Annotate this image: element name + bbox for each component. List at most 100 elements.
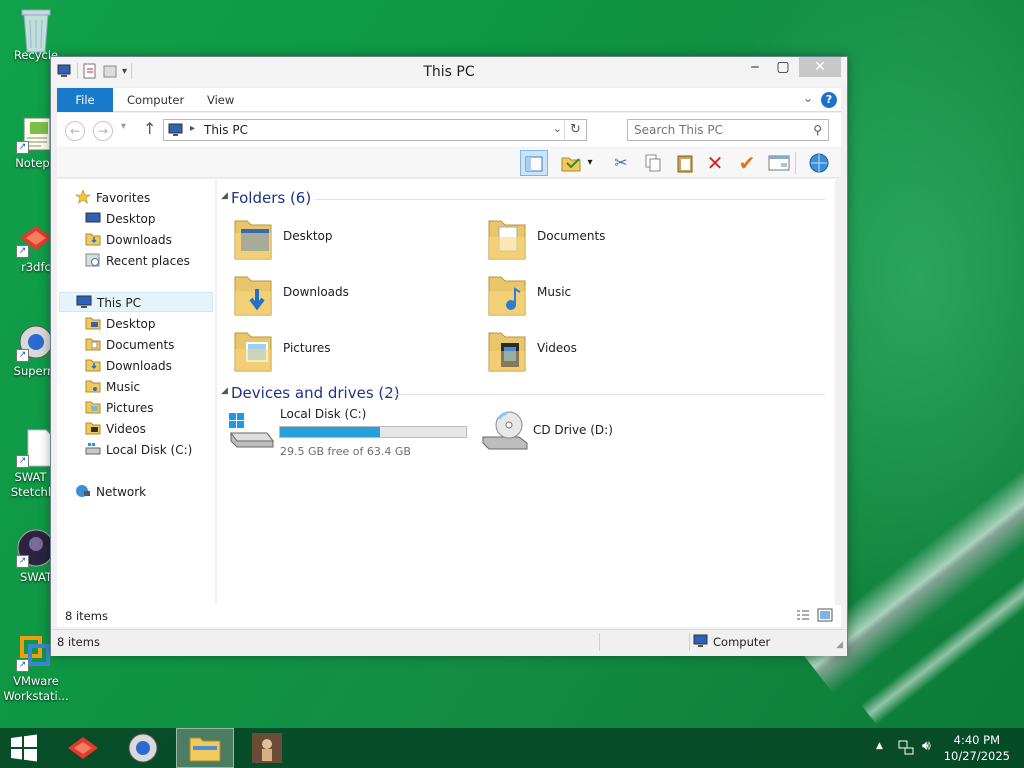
shortcut-arrow-icon: ↗ (16, 245, 29, 258)
drive-local-disk-c[interactable]: Local Disk (C:) 29.5 GB free of 63.4 GB (227, 405, 479, 461)
recycle-bin-icon (16, 6, 56, 53)
sidebar-item-label: Local Disk (C:) (106, 443, 193, 457)
sidebar-item-favorites[interactable]: Favorites (75, 188, 150, 208)
start-button[interactable] (0, 728, 48, 768)
window-title: This PC (423, 64, 475, 80)
status-item-count: 8 items (57, 635, 100, 649)
sidebar-item-pictures[interactable]: Pictures (85, 398, 154, 418)
sidebar-item-this-pc[interactable]: This PC (59, 292, 213, 312)
devices-group-header[interactable]: Devices and drives (2) (231, 384, 400, 402)
status-bar: 8 items Computer ◢ (51, 629, 847, 656)
title-bar[interactable]: ▾ This PC ‒ ▢ ✕ (51, 57, 847, 87)
folders-group-header[interactable]: Folders (6) (231, 189, 311, 207)
taskbar-file-explorer[interactable] (176, 728, 234, 768)
rename-check-icon[interactable]: ✔ (733, 150, 761, 176)
collapse-group-icon[interactable]: ◢ (221, 386, 228, 396)
desktop-icon-recycle-bin[interactable]: Recycle (0, 6, 72, 63)
sidebar-item-desktop[interactable]: Desktop (85, 314, 156, 334)
taskbar: ▲ 🔊︎ 4:40 PM 10/27/2025 (0, 728, 1024, 768)
tab-file[interactable]: File (57, 88, 113, 112)
sidebar-item-label: This PC (97, 296, 141, 310)
clock[interactable]: 4:40 PM 10/27/2025 (944, 732, 1010, 764)
sidebar-item-label: Network (96, 485, 147, 499)
folder-label: Downloads (283, 285, 349, 299)
help-icon[interactable]: ? (821, 92, 837, 108)
sidebar-item-label: Desktop (106, 212, 156, 226)
taskbar-supermium[interactable] (114, 728, 172, 768)
drive-usage-bar (279, 426, 467, 438)
forward-button[interactable]: → (93, 121, 113, 141)
drive-cd-d[interactable]: CD Drive (D:) (481, 405, 681, 461)
folder-downloads[interactable]: Downloads (229, 271, 469, 323)
sidebar-item-label: Favorites (96, 191, 151, 205)
folder-documents[interactable]: Documents (483, 215, 723, 267)
volume-icon[interactable]: 🔊︎ (922, 738, 931, 754)
folder-music[interactable]: Music (483, 271, 723, 323)
folder-options-dropdown-icon[interactable]: ▾ (583, 150, 597, 176)
copy-icon[interactable] (639, 150, 667, 176)
taskbar-r3dfox[interactable] (54, 728, 112, 768)
minimize-button[interactable]: ‒ (741, 57, 769, 77)
breadcrumb-separator-icon[interactable]: ▸ (190, 123, 195, 134)
sidebar-item-videos[interactable]: Videos (85, 419, 146, 439)
music-folder-icon (85, 379, 101, 393)
tab-computer[interactable]: Computer (113, 88, 198, 112)
folder-desktop[interactable]: Desktop (229, 215, 469, 267)
details-view-button[interactable] (795, 608, 811, 625)
desktop-icon (85, 211, 101, 225)
cd-drive-icon (481, 409, 529, 451)
group-divider (315, 199, 825, 200)
back-button[interactable]: ← (65, 121, 85, 141)
paste-icon[interactable] (671, 150, 699, 176)
delete-icon[interactable]: ✕ (701, 150, 729, 176)
sidebar-item-fav-recent-places[interactable]: Recent places (85, 251, 190, 271)
folder-pictures[interactable]: Pictures (229, 327, 469, 379)
folder-label: Desktop (283, 229, 333, 243)
desktop-icon-label: VMware Workstati... (3, 674, 69, 703)
folder-videos[interactable]: Videos (483, 327, 723, 379)
sidebar-item-local-disk[interactable]: Local Disk (C:) (85, 440, 192, 460)
expand-ribbon-icon[interactable]: ⌄ (803, 91, 813, 105)
clock-date: 10/27/2025 (943, 749, 1010, 763)
drive-usage-fill (280, 427, 380, 437)
taskbar-app[interactable] (238, 728, 296, 768)
network-tray-icon[interactable] (898, 740, 914, 759)
large-icons-view-button[interactable] (817, 607, 833, 626)
videos-folder-icon (85, 421, 101, 435)
explorer-window: ▾ This PC ‒ ▢ ✕ File Computer View ⌄ ? ←… (50, 56, 848, 656)
status-divider (689, 633, 690, 651)
sidebar-item-network[interactable]: Network (75, 482, 146, 502)
this-pc-icon (76, 295, 92, 309)
collapse-group-icon[interactable]: ◢ (221, 191, 228, 201)
tab-view[interactable]: View (193, 88, 248, 112)
music-folder-icon (487, 271, 527, 317)
recent-locations-dropdown-icon[interactable]: ▾ (121, 121, 126, 132)
cut-icon[interactable]: ✂ (607, 150, 635, 176)
up-button[interactable]: ↑ (143, 119, 156, 138)
sidebar-item-music[interactable]: Music (85, 377, 140, 397)
refresh-button[interactable]: ↻ (564, 120, 586, 140)
shortcut-arrow-icon: ↗ (16, 455, 29, 468)
show-hidden-icons-icon[interactable]: ▲ (876, 741, 883, 751)
address-dropdown-icon[interactable]: ⌄ (553, 122, 562, 135)
folder-label: Pictures (283, 341, 331, 355)
maximize-button[interactable]: ▢ (769, 57, 797, 77)
breadcrumb[interactable]: This PC (204, 123, 248, 137)
properties-window-icon[interactable] (765, 150, 793, 176)
sidebar-item-downloads[interactable]: Downloads (85, 356, 172, 376)
sidebar-item-label: Videos (106, 422, 146, 436)
search-box: ⚲ (627, 119, 829, 141)
search-icon[interactable]: ⚲ (813, 123, 822, 137)
resize-grip-icon[interactable]: ◢ (836, 640, 843, 650)
sidebar-item-documents[interactable]: Documents (85, 335, 174, 355)
sidebar-item-fav-downloads[interactable]: Downloads (85, 230, 172, 250)
address-bar[interactable]: ▸ This PC ⌄ ↻ (163, 119, 587, 141)
network-globe-icon[interactable] (805, 150, 833, 176)
close-button[interactable]: ✕ (799, 57, 841, 77)
sidebar-item-fav-desktop[interactable]: Desktop (85, 209, 156, 229)
shortcut-arrow-icon: ↗ (16, 659, 29, 672)
pictures-folder-icon (85, 400, 101, 414)
folder-options-icon[interactable] (557, 150, 585, 176)
preview-pane-button[interactable] (520, 150, 548, 176)
search-input[interactable] (628, 120, 798, 140)
